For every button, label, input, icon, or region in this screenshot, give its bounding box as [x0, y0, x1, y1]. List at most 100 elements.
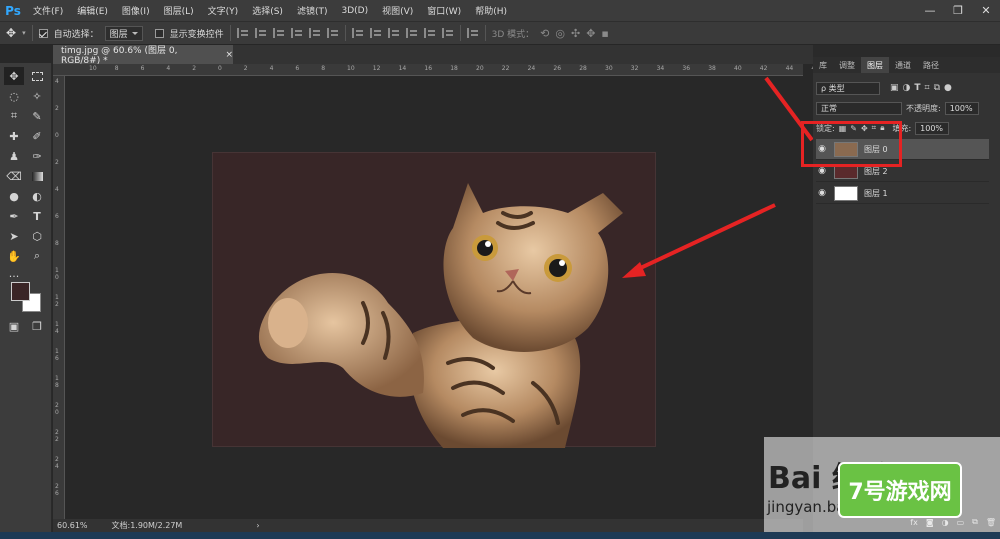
tab-paths[interactable]: 路径 — [917, 57, 945, 73]
eraser-tool-icon[interactable]: ⌫ — [4, 167, 24, 185]
clone-stamp-tool-icon[interactable]: ♟ — [4, 147, 24, 165]
opacity-input[interactable]: 100% — [944, 101, 979, 115]
filter-type-icon[interactable]: T — [914, 83, 920, 93]
ruler-tick-label: 6 — [140, 65, 145, 72]
menu-filter[interactable]: 滤镜(T) — [290, 4, 335, 17]
move-tool-icon[interactable]: ✥ — [4, 67, 24, 85]
menu-help[interactable]: 帮助(H) — [468, 4, 514, 17]
zoom-tool-icon[interactable]: ⌕ — [27, 247, 47, 265]
menu-select[interactable]: 选择(S) — [245, 4, 290, 17]
close-button[interactable]: ✕ — [972, 0, 1000, 21]
distribute-hcenter-icon[interactable] — [423, 28, 436, 38]
distribute-left-icon[interactable] — [405, 28, 418, 38]
tab-channels[interactable]: 通道 — [889, 57, 917, 73]
brush-tool-icon[interactable]: ✐ — [27, 127, 47, 145]
3d-pan-icon[interactable]: ✣ — [571, 27, 580, 40]
pen-tool-icon[interactable]: ✒ — [4, 207, 24, 225]
tab-layers[interactable]: 图层 — [861, 57, 889, 73]
eye-icon[interactable]: ◉ — [816, 166, 828, 176]
ruler-tick-label: 2 — [55, 159, 59, 166]
3d-slide-icon[interactable]: ✥ — [586, 27, 595, 40]
distribute-right-icon[interactable] — [441, 28, 454, 38]
layer-thumbnail — [834, 185, 858, 201]
foreground-color-swatch[interactable] — [11, 282, 30, 301]
menu-layer[interactable]: 图层(L) — [157, 4, 201, 17]
history-brush-tool-icon[interactable]: ✑ — [27, 147, 47, 165]
dodge-tool-icon[interactable]: ◐ — [27, 187, 47, 205]
align-bottom-icon[interactable] — [272, 28, 285, 38]
minimize-button[interactable]: — — [916, 0, 944, 21]
ruler-tick-label: 4 — [166, 65, 171, 72]
align-vcenter-icon[interactable] — [254, 28, 267, 38]
ruler-tick-label: 1 6 — [55, 348, 59, 362]
menu-3d[interactable]: 3D(D) — [334, 6, 375, 16]
filter-toggle-icon[interactable]: ● — [944, 83, 952, 93]
layer-filter-dropdown[interactable]: ρ 类型 — [816, 81, 880, 95]
path-selection-tool-icon[interactable]: ➤ — [4, 227, 24, 245]
chevron-down-icon[interactable]: ▾ — [22, 29, 26, 37]
layer-filter-row: ρ 类型 ▣ ◑ T ⌗ ⧉ ● — [816, 80, 996, 96]
blend-row: 正常 不透明度: 100% — [816, 100, 996, 116]
ruler-tick-label: 14 — [398, 65, 407, 72]
healing-brush-tool-icon[interactable]: ✚ — [4, 127, 24, 145]
hand-tool-icon[interactable]: ✋ — [4, 247, 24, 265]
close-icon[interactable]: × — [225, 50, 233, 60]
blend-mode-dropdown[interactable]: 正常 — [816, 101, 902, 115]
ruler-tick-label: 4 — [55, 186, 59, 193]
3d-rotate-icon[interactable]: ⟲ — [540, 27, 549, 40]
align-hcenter-icon[interactable] — [308, 28, 321, 38]
marquee-tool-icon[interactable] — [27, 67, 47, 85]
3d-roll-icon[interactable]: ◎ — [555, 27, 565, 40]
fill-input[interactable]: 100% — [915, 121, 950, 135]
blur-tool-icon[interactable]: ● — [4, 187, 24, 205]
distribute-vcenter-icon[interactable] — [369, 28, 382, 38]
menu-type[interactable]: 文字(Y) — [201, 4, 246, 17]
tab-library[interactable]: 库 — [813, 57, 833, 73]
align-right-icon[interactable] — [326, 28, 339, 38]
tab-adjustments[interactable]: 调整 — [833, 57, 861, 73]
crop-tool-icon[interactable]: ⌗ — [4, 107, 24, 125]
auto-align-icon[interactable] — [466, 28, 479, 38]
menu-file[interactable]: 文件(F) — [26, 4, 70, 17]
distribute-bottom-icon[interactable] — [387, 28, 400, 38]
layer-row-1[interactable]: ◉ 图层 1 — [816, 183, 989, 204]
auto-select-dropdown[interactable]: 图层 — [104, 25, 143, 41]
menu-view[interactable]: 视图(V) — [375, 4, 420, 17]
layer-name[interactable]: 图层 1 — [864, 188, 888, 199]
ruler-tick-label: 34 — [656, 65, 665, 72]
shape-tool-icon[interactable]: ⬡ — [27, 227, 47, 245]
align-top-icon[interactable] — [236, 28, 249, 38]
layer-name[interactable]: 图层 2 — [864, 166, 888, 177]
menu-image[interactable]: 图像(I) — [115, 4, 157, 17]
3d-scale-icon[interactable]: ▪ — [601, 27, 608, 40]
move-tool-icon[interactable]: ✥ — [6, 26, 16, 40]
align-left-icon[interactable] — [290, 28, 303, 38]
distribute-top-icon[interactable] — [351, 28, 364, 38]
document-canvas[interactable] — [212, 152, 656, 448]
ruler-tick-label: 30 — [605, 65, 613, 72]
auto-select-checkbox[interactable] — [38, 28, 48, 38]
quick-mask-icon[interactable]: ▣ — [4, 317, 24, 335]
filter-pixel-icon[interactable]: ▣ — [890, 83, 899, 93]
filter-adjustment-icon[interactable]: ◑ — [903, 83, 911, 93]
menu-edit[interactable]: 编辑(E) — [70, 4, 115, 17]
gradient-tool-icon[interactable] — [27, 167, 47, 185]
filter-shape-icon[interactable]: ⌗ — [925, 83, 930, 93]
magic-wand-tool-icon[interactable]: ✧ — [27, 87, 47, 105]
show-transform-checkbox[interactable] — [154, 28, 164, 38]
screen-mode-icon[interactable]: ❐ — [27, 317, 47, 335]
type-tool-icon[interactable]: T — [27, 207, 47, 225]
filter-smart-icon[interactable]: ⧉ — [934, 83, 940, 93]
restore-button[interactable]: ❐ — [944, 0, 972, 21]
lasso-tool-icon[interactable]: ◌ — [4, 87, 24, 105]
ruler-tick-label: 32 — [630, 65, 639, 72]
menu-window[interactable]: 窗口(W) — [420, 4, 468, 17]
eyedropper-tool-icon[interactable]: ✎ — [27, 107, 47, 125]
document-tab[interactable]: timg.jpg @ 60.6% (图层 0, RGB/8#) * × — [53, 45, 233, 66]
zoom-level[interactable]: 60.61% — [57, 521, 88, 530]
status-menu-arrow[interactable]: › — [256, 521, 259, 530]
eye-icon[interactable]: ◉ — [816, 188, 828, 198]
ruler-tick-label: 1 4 — [55, 321, 59, 335]
ruler-tick-label: 2 — [192, 65, 197, 72]
panel-collapse-bar[interactable] — [813, 45, 1000, 57]
